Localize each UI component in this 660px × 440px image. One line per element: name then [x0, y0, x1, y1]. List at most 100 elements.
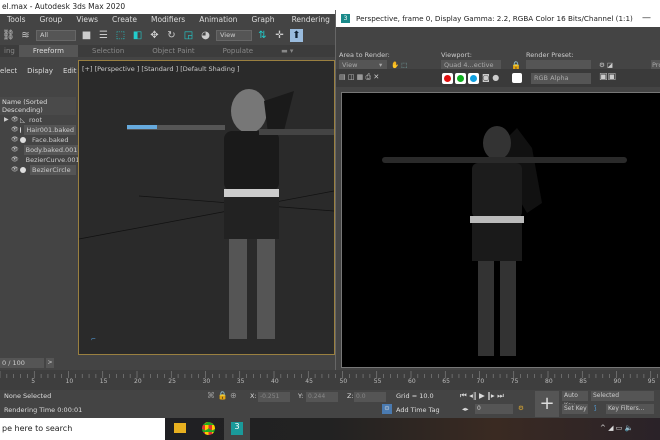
object-icon [20, 167, 26, 173]
windows-taskbar: pe here to search 3 ^ ◢ ▭ 🔈 [0, 418, 660, 440]
bone-icon: ◺ [20, 116, 25, 124]
tab-edit[interactable]: Edit [63, 67, 77, 75]
key-mode-icon[interactable]: ◂▸ [462, 405, 469, 413]
move-icon[interactable]: ✥ [148, 29, 161, 42]
link-icon[interactable]: ⛓ [2, 29, 15, 42]
tab-select[interactable]: elect [0, 67, 17, 75]
eye-icon[interactable]: 👁 [11, 145, 19, 155]
time-config-icon[interactable]: ⚙ [518, 404, 524, 412]
tab-object-paint[interactable]: Object Paint [138, 45, 208, 57]
list-item[interactable]: 👁 Body.baked.001 [0, 145, 80, 155]
render-preset-label: Render Preset: [526, 51, 574, 59]
eye-icon[interactable]: 👁 [11, 125, 19, 135]
y-label: Y: [298, 392, 304, 400]
menu-graph-editors[interactable]: Graph Editors [244, 14, 284, 36]
menu-views[interactable]: Views [69, 14, 105, 26]
list-item[interactable]: 👁 BezierCircle [0, 165, 76, 175]
time-tag-icon[interactable]: ⊙ [382, 404, 392, 414]
render-buttons-icon[interactable]: ▣▣ [599, 72, 616, 82]
time-slider-track[interactable]: 5 10 15 20 25 30 35 40 45 50 55 60 65 70 75 80 85 90 95 [0, 370, 660, 390]
bind-space-warp-icon[interactable]: ≋ [19, 29, 32, 42]
scale-icon[interactable]: ◲ [182, 29, 195, 42]
key-mode-dropdown[interactable]: Selected [591, 391, 654, 401]
tick-label: 10 [65, 378, 74, 385]
playback-controls[interactable]: ⏮ ◂‖ ▶ ‖▸ ⏭ [460, 391, 504, 401]
green-channel-toggle[interactable] [455, 73, 466, 84]
key-filters-button[interactable]: Key Filters... [606, 404, 654, 414]
frame-counter[interactable]: 0 / 100 [0, 358, 44, 368]
eye-icon[interactable]: 👁 [11, 115, 19, 125]
object-icon [20, 137, 26, 143]
tick-label: 40 [271, 378, 279, 385]
system-tray-icons[interactable]: ^ ◢ ▭ 🔈 [600, 424, 633, 432]
alpha-monochrome-icons[interactable]: ◙ ● [482, 73, 499, 82]
render-controls: Area to Render: View ▾ ✋ ⬚ Viewport: Qua… [336, 27, 660, 71]
taskbar-search-box[interactable]: pe here to search [0, 418, 165, 440]
list-item[interactable]: ▶ 👁 ◺ root [0, 115, 76, 125]
edit-region-icon[interactable]: ✋ ⬚ [391, 61, 407, 69]
tick-label: 20 [134, 378, 142, 385]
green-channel-icon [457, 75, 464, 82]
chrome-icon[interactable] [202, 422, 215, 435]
x-coordinate-field[interactable]: -0.251 [258, 392, 290, 402]
window-crossing-icon[interactable]: ◧ [131, 29, 144, 42]
list-item[interactable]: 👁 Hair001.baked [0, 125, 76, 135]
rect-selection-icon[interactable]: ⬚ [114, 29, 127, 42]
app-title: el.max - Autodesk 3ds Max 2020 [2, 2, 126, 11]
tab-selection[interactable]: Selection [78, 45, 138, 57]
isolate-lock-icons[interactable]: ⌘ 🔒 ⊕ [207, 391, 237, 400]
add-time-tag[interactable]: Add Time Tag [396, 406, 440, 414]
column-header-name[interactable]: Name (Sorted Descending) [0, 97, 76, 115]
y-coordinate-field[interactable]: 0.244 [306, 392, 338, 402]
select-object-icon[interactable]: ■ [80, 29, 93, 42]
placement-icon[interactable]: ◕ [199, 29, 212, 42]
tab-freeform[interactable]: Freeform [18, 45, 79, 57]
key-tangent-icon[interactable]: ⟆ [594, 404, 597, 412]
minimize-button[interactable]: — [642, 10, 651, 27]
3dsmax-taskbar-button[interactable]: 3 [224, 418, 250, 440]
eye-icon[interactable]: 👁 [11, 155, 19, 165]
render-setup-icon[interactable]: ⚙ ◪ [599, 61, 613, 69]
list-item[interactable]: 👁 Face.baked [0, 135, 76, 145]
next-frame-button[interactable]: > [46, 358, 54, 368]
tab-modeling[interactable]: ing [0, 45, 19, 57]
eye-icon[interactable]: 👁 [11, 165, 19, 175]
z-coordinate-field[interactable]: 0.0 [354, 392, 386, 402]
timeline-ticks [0, 371, 658, 378]
perspective-viewport[interactable]: [+] [Perspective ] [Standard ] [Default … [78, 60, 335, 355]
render-frame-window: 3 Perspective, frame 0, Display Gamma: 2… [335, 10, 660, 370]
tab-display[interactable]: Display [27, 67, 53, 75]
file-explorer-icon[interactable] [174, 423, 186, 433]
color-swatch[interactable] [512, 73, 522, 83]
menu-animation[interactable]: Animation [192, 14, 244, 26]
area-to-render-label: Area to Render: [339, 51, 390, 59]
pivot-icon[interactable]: ⇅ [256, 29, 269, 42]
set-key-plus-button[interactable]: + [535, 391, 559, 417]
menu-tools[interactable]: Tools [0, 14, 32, 26]
grid-size: Grid = 10.0 [396, 392, 434, 400]
list-item[interactable]: 👁 BezierCurve.001 [0, 155, 80, 165]
keyboard-shortcut-icon[interactable]: ⬆ [290, 29, 303, 42]
menu-group[interactable]: Group [32, 14, 69, 26]
ribbon-options-icon[interactable]: ▬ ▾ [267, 45, 307, 57]
menu-rendering[interactable]: Rendering [285, 14, 337, 26]
red-channel-toggle[interactable] [442, 73, 453, 84]
select-by-name-icon[interactable]: ☰ [97, 29, 110, 42]
selection-filter-dropdown[interactable]: All [36, 30, 76, 41]
menu-create[interactable]: Create [105, 14, 144, 26]
tick-label: 60 [408, 378, 416, 385]
auto-key-button[interactable]: Auto Key [562, 391, 588, 409]
menu-modifiers[interactable]: Modifiers [144, 14, 192, 26]
ref-coord-dropdown[interactable]: View [216, 30, 252, 41]
save-copy-clone-print-clear-icons[interactable]: ▤ ◫ ▦ ⎙ ✕ [339, 73, 379, 82]
channel-dropdown[interactable]: RGB Alpha [531, 73, 591, 84]
tick-label: 75 [510, 378, 519, 385]
tab-populate[interactable]: Populate [209, 45, 267, 57]
rendered-image [341, 92, 660, 368]
rotate-icon[interactable]: ↻ [165, 29, 178, 42]
set-key-button[interactable]: Set Key [562, 404, 588, 414]
select-manipulate-icon[interactable]: ✛ [273, 29, 286, 42]
current-frame-spinner[interactable]: 0 [475, 404, 513, 414]
eye-icon[interactable]: 👁 [11, 135, 19, 145]
blue-channel-toggle[interactable] [468, 73, 479, 84]
